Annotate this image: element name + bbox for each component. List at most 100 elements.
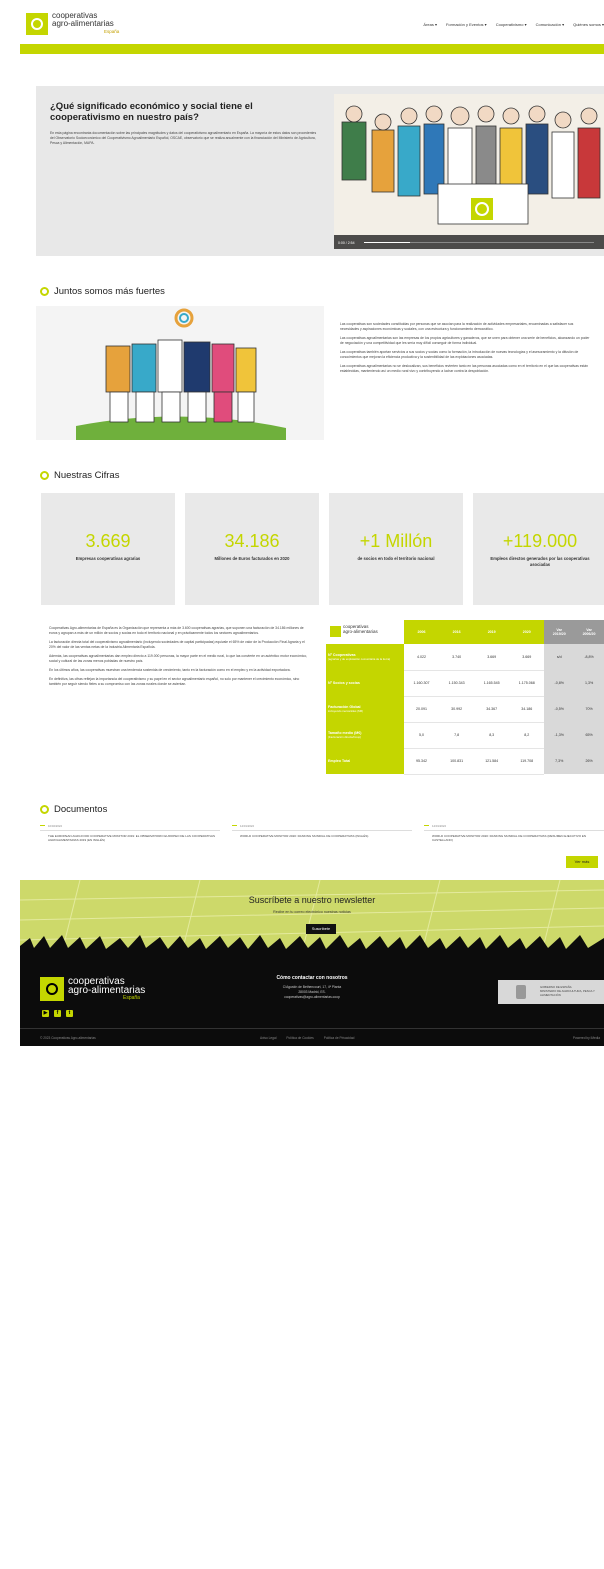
newsletter-section: Suscríbete a nuestro newsletter Recibe e…	[20, 880, 604, 960]
logo-subtitle: España	[104, 29, 120, 34]
document-date: 14/01/2022	[232, 824, 412, 828]
table-cell: 34.186	[509, 696, 545, 723]
legal-link-aviso[interactable]: Aviso Legal	[260, 1036, 276, 1040]
table-cell: 121.584	[474, 748, 510, 775]
video-progress-bar[interactable]	[364, 241, 594, 243]
table-row-label: Tamaño medio (M€) (Facturación directa/Co…	[326, 722, 404, 748]
table-cell-var: -0,8%	[544, 670, 575, 696]
table-row: Tamaño medio (M€) (Facturación directa/Co…	[326, 722, 604, 749]
table-col-year: 2019	[474, 620, 510, 644]
table-cell-var: -8,8%	[574, 644, 604, 670]
stat-label: Millones de Euros facturados en 2020	[214, 556, 290, 561]
table-row-label: Nº Socios y socias	[326, 670, 404, 696]
table-cell: 34.367	[474, 696, 510, 723]
table-cell: 7,8	[439, 722, 475, 749]
table-cell: 20.091	[404, 696, 440, 723]
cifras-summary: Cooperativas Agro-alimentarias de España…	[49, 626, 311, 691]
table-cell-var: s/d	[544, 644, 575, 670]
powered-by[interactable]: Powered by iMedia	[573, 1036, 600, 1040]
hero-title: ¿Qué significado económico y social tien…	[50, 101, 253, 123]
site-footer: cooperativas agro-alimentarias España ▶ …	[20, 950, 604, 1046]
table-cell: 1.160.307	[404, 670, 440, 697]
table-logo: cooperativas agro-alimentarias	[326, 620, 404, 644]
hero-video[interactable]: 0:00 / 2:54	[334, 94, 604, 249]
stat-label: Empleos directos generados por las coope…	[490, 556, 590, 567]
table-cell-var: 7,3%	[544, 748, 575, 774]
table-cell-var: 70%	[574, 696, 604, 722]
stat-value: +119.000	[502, 531, 578, 551]
table-cell: 1.150.343	[439, 670, 475, 697]
juntos-text: Las cooperativas son sociedades constitu…	[340, 322, 590, 378]
ministry-logo: GOBIERNO DE ESPAÑA MINISTERIO DE AGRICUL…	[498, 980, 604, 1004]
nav-item-comunicacion[interactable]: Comunicación ▾	[536, 22, 564, 27]
site-logo[interactable]: cooperativas agro-alimentarias España	[26, 12, 136, 40]
ring-icon	[40, 471, 49, 480]
table-col-year: 2016	[439, 620, 475, 644]
summary-paragraph: Además, las cooperativas agroalimentaria…	[49, 654, 308, 663]
documents-list: 10/02/2022 THE EUROPEAN AGRI-FOOD COOPER…	[20, 824, 604, 854]
stat-label: Empresas cooperativas agrarias	[75, 556, 141, 561]
table-cell: 8,3	[474, 722, 510, 749]
table-cell: 5,0	[404, 722, 440, 749]
stat-card-facturacion: 34.186 Millones de Euros facturados en 2…	[185, 493, 319, 605]
table-cell: 95.342	[404, 748, 440, 775]
document-title[interactable]: WORLD COOPERATIVE MONITOR 2020: RANKING …	[424, 834, 604, 842]
table-cell: 30.992	[439, 696, 475, 723]
table-row: Empleo Total 95.342 100.831 121.584 119.708 7…	[326, 748, 604, 775]
stat-card-cooperativas: 3.669 Empresas cooperativas agrarias	[41, 493, 175, 605]
juntos-paragraph: Las cooperativas agroalimentarias no se …	[340, 364, 589, 373]
stat-value: 34.186	[224, 531, 280, 551]
table-cell-var: -1,3%	[544, 722, 575, 748]
document-item[interactable]: 10/02/2022 THE EUROPEAN AGRI-FOOD COOPER…	[40, 824, 220, 842]
nav-item-formacion[interactable]: Formación y Eventos ▾	[446, 22, 487, 27]
document-title[interactable]: WORLD COOPERATIVE MONITOR 2020: RANKING …	[232, 834, 412, 838]
ring-icon	[40, 287, 49, 296]
document-title[interactable]: THE EUROPEAN AGRI-FOOD COOPERATIVE MONIT…	[40, 834, 220, 842]
table-cell-var: 1,3%	[574, 670, 604, 696]
newsletter-title: Suscríbete a nuestro newsletter	[248, 895, 376, 905]
juntos-heading: Juntos somos más fuertes	[40, 286, 165, 297]
subscribe-button[interactable]: Suscríbete	[306, 924, 336, 934]
table-cell-var: 26%	[574, 748, 604, 774]
legal-link-privacidad[interactable]: Política de Privacidad	[324, 1036, 355, 1040]
video-time: 0:00 / 2:54	[338, 241, 355, 245]
facebook-icon[interactable]: f	[54, 1010, 61, 1017]
table-col-var: Var 2019/20	[544, 620, 575, 644]
twitter-icon[interactable]: t	[66, 1010, 73, 1017]
video-controls[interactable]: 0:00 / 2:54	[334, 235, 604, 249]
juntos-paragraph: Las cooperativas también aportan servici…	[340, 350, 579, 359]
summary-paragraph: En los últimos años, las cooperativas mu…	[49, 668, 291, 672]
stat-label: de socios en todo el territorio nacional	[357, 556, 435, 561]
table-cell-var: -0,5%	[544, 696, 575, 722]
newsletter-background	[20, 880, 604, 960]
hero-description: En esta página encontrarás documentación…	[50, 131, 317, 145]
social-links: ▶ f t	[42, 1010, 73, 1017]
stat-card-socios: +1 Millón de socios en todo el territori…	[329, 493, 463, 605]
juntos-paragraph: Las cooperativas son sociedades constitu…	[340, 322, 574, 331]
table-header-row: cooperativas agro-alimentarias 2006 2016 …	[326, 620, 604, 644]
main-nav: Áreas ▾ Formación y Eventos ▾ Cooperativ…	[423, 22, 604, 27]
nav-item-quienes-somos[interactable]: Quiénes somos ▾	[573, 22, 604, 27]
table-row: Nº Cooperativas (agrarias y de explotació…	[326, 644, 604, 671]
people-hugging-illustration	[36, 306, 324, 440]
juntos-paragraph: Las cooperativas agroalimentarias son la…	[340, 336, 590, 345]
table-cell: 1.165.545	[474, 670, 510, 697]
table-row: Nº Socios y socias 1.160.307 1.150.343 1.16…	[326, 670, 604, 697]
header-accent-bar	[20, 44, 604, 54]
nav-item-areas[interactable]: Áreas ▾	[423, 22, 437, 27]
ver-mas-button[interactable]: Ver más	[566, 856, 598, 868]
table-cell: 8,2	[509, 722, 545, 749]
table-cell-var: 65%	[574, 722, 604, 748]
document-date: 14/01/2022	[424, 824, 604, 828]
document-item[interactable]: 14/01/2022 WORLD COOPERATIVE MONITOR 202…	[424, 824, 604, 842]
summary-paragraph: La facturación directa total del coopera…	[49, 640, 305, 649]
youtube-icon[interactable]: ▶	[42, 1010, 49, 1017]
legal-link-cookies[interactable]: Política de Cookies	[286, 1036, 313, 1040]
table-cell: 3.669	[509, 644, 545, 671]
footer-bottom-bar: © 2023 Cooperativas Agro-alimentarias Av…	[20, 1028, 604, 1046]
hero-section: ¿Qué significado económico y social tien…	[36, 86, 604, 256]
table-col-year: 2020	[509, 620, 545, 644]
document-item[interactable]: 14/01/2022 WORLD COOPERATIVE MONITOR 202…	[232, 824, 412, 838]
nav-item-cooperativismo[interactable]: Cooperativismo ▾	[496, 22, 527, 27]
newsletter-subtitle: Recibe en tu correo electrónico nuestras…	[273, 910, 351, 914]
